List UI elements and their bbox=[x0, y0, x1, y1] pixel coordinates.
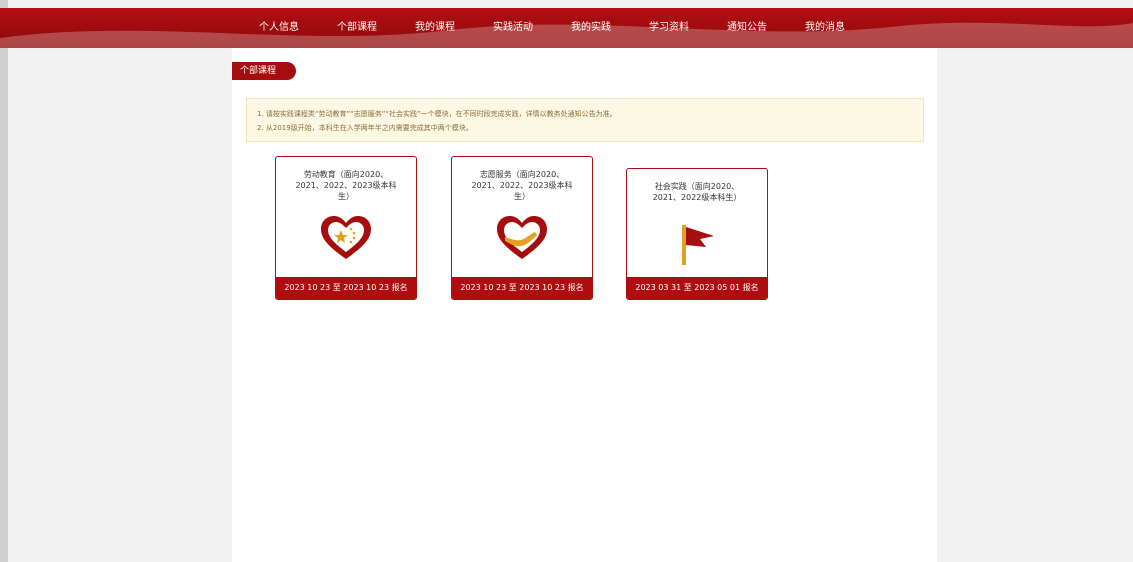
nav-item-learning-materials[interactable]: 学习资料 bbox=[630, 8, 708, 48]
nav-item-practice-activities[interactable]: 实践活动 bbox=[474, 8, 552, 48]
course-card-social[interactable]: 社会实践（面向2020、2021、2022级本科生） 2023 03 31 至 … bbox=[626, 168, 768, 300]
main-nav: 个人信息 个部课程 我的课程 实践活动 我的实践 学习资料 通知公告 我的消息 bbox=[240, 8, 864, 48]
nav-item-my-messages[interactable]: 我的消息 bbox=[786, 8, 864, 48]
main-content: 个部课程 1. 请按实践课程类“劳动教育”“志愿服务”“社会实践”一个模块，在不… bbox=[232, 48, 937, 562]
card-title: 社会实践（面向2020、2021、2022级本科生） bbox=[652, 182, 742, 202]
left-edge-strip bbox=[0, 0, 8, 562]
section-tab[interactable]: 个部课程 bbox=[232, 62, 296, 80]
nav-item-my-practice[interactable]: 我的实践 bbox=[552, 8, 630, 48]
notice-line-1: 1. 请按实践课程类“劳动教育”“志愿服务”“社会实践”一个模块，在不同时段完成… bbox=[257, 110, 617, 118]
heart-hand-icon bbox=[497, 216, 547, 259]
card-footer-date: 2023 10 23 至 2023 10 23 报名 bbox=[452, 277, 592, 299]
notice-line-2: 2. 从2019级开始，本科生在入学两年半之内需要完成其中两个模块。 bbox=[257, 124, 473, 132]
nav-item-announcements[interactable]: 通知公告 bbox=[708, 8, 786, 48]
card-title: 志愿服务（面向2020、2021、2022、2023级本科生） bbox=[471, 170, 573, 201]
card-footer-date: 2023 10 23 至 2023 10 23 报名 bbox=[276, 277, 416, 299]
nav-item-my-courses[interactable]: 我的课程 bbox=[396, 8, 474, 48]
course-card-volunteer[interactable]: 志愿服务（面向2020、2021、2022、2023级本科生） 2023 10 … bbox=[451, 156, 593, 300]
nav-item-all-courses[interactable]: 个部课程 bbox=[318, 8, 396, 48]
flag-icon bbox=[682, 225, 714, 265]
card-footer-date: 2023 03 31 至 2023 05 01 报名 bbox=[627, 277, 767, 299]
course-card-labor[interactable]: 劳动教育（面向2020、2021、2022、2023级本科生） 2023 10 … bbox=[275, 156, 417, 300]
notice-box: 1. 请按实践课程类“劳动教育”“志愿服务”“社会实践”一个模块，在不同时段完成… bbox=[246, 98, 924, 142]
card-title: 劳动教育（面向2020、2021、2022、2023级本科生） bbox=[295, 170, 397, 201]
nav-item-personal-info[interactable]: 个人信息 bbox=[240, 8, 318, 48]
heart-star-icon bbox=[321, 216, 371, 259]
